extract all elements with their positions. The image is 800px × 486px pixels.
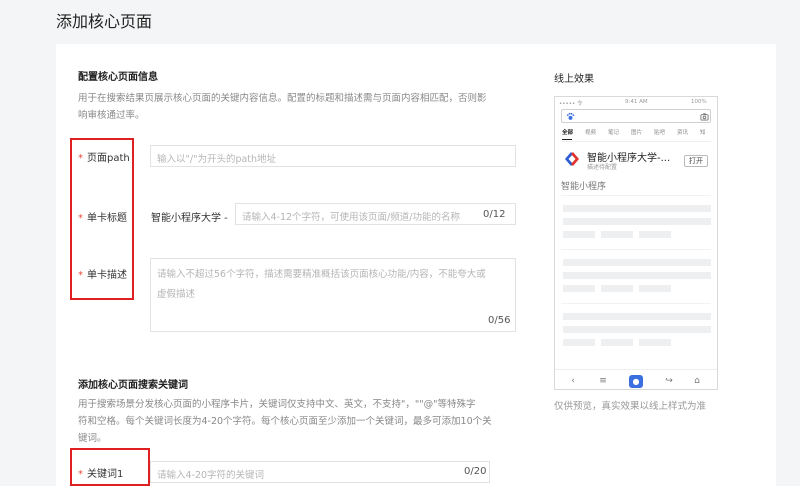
required-mark: * xyxy=(78,213,83,224)
phone-search-bar xyxy=(561,109,711,123)
preview-card-subtitle: 描述待配置 xyxy=(587,164,618,171)
skeleton-line xyxy=(563,339,595,346)
phone-tabs: 全部 视频 笔记 图片 贴吧 资讯 知 xyxy=(555,128,717,138)
phone-divider xyxy=(561,141,711,142)
keywords-section-description: 用于搜索场景分发核心页面的小程序卡片，关键词仅支持中文、英文，不支持"，""@"… xyxy=(78,396,548,447)
phone-tab-news: 资讯 xyxy=(677,130,689,136)
config-desc-line-2: 响审核通过率。 xyxy=(78,110,145,121)
phone-bottom-bar: ‹ ≡ ● ↪ ⌂ xyxy=(555,373,717,389)
status-battery: 100% xyxy=(691,99,707,105)
skeleton-line xyxy=(563,218,711,225)
back-icon: ‹ xyxy=(571,376,575,386)
paw-icon xyxy=(566,112,575,120)
page-title: 添加核心页面 xyxy=(56,12,153,31)
path-label: * 页面path xyxy=(78,149,130,164)
phone-tab-notes: 笔记 xyxy=(608,130,620,136)
skeleton-line xyxy=(639,231,671,238)
mini-program-logo-icon xyxy=(565,152,579,166)
skeleton-line xyxy=(601,339,633,346)
keyword1-input[interactable]: 请输入4-20字符的关键词 xyxy=(150,461,490,483)
card-title-input[interactable]: 请输入4-12个字符，可使用该页面/频道/功能的名称 xyxy=(235,203,516,225)
phone-tab-underline xyxy=(562,139,572,140)
phone-tab-more: 知 xyxy=(700,130,706,136)
skeleton-line xyxy=(563,205,711,212)
keywords-desc-line-3: 键词。 xyxy=(78,433,107,444)
skeleton-line xyxy=(563,259,711,266)
keywords-section-title: 添加核心页面搜索关键词 xyxy=(78,380,188,391)
skeleton-line xyxy=(563,326,711,333)
keywords-desc-line-2: 符和空格。每个关键词长度为4-20个字符。每个核心页面至少添加一个关键词，最多可… xyxy=(78,416,492,427)
keyword1-label-text: 关键词1 xyxy=(87,469,124,480)
skeleton-line xyxy=(639,339,671,346)
config-section-description: 用于在搜索结果页展示核心页面的关键内容信息。配置的标题和描述需与页面内容相匹配，… xyxy=(78,90,548,124)
card-desc-textarea[interactable]: 请输入不超过56个字符，描述需要精准概括该页面核心功能/内容，不能夸大或 虚假描… xyxy=(150,258,516,332)
card-desc-placeholder-line-2: 虚假描述 xyxy=(157,289,196,300)
card-title-label: * 单卡标题 xyxy=(78,209,127,224)
config-section-title: 配置核心页面信息 xyxy=(78,72,158,83)
phone-tab-images: 图片 xyxy=(631,130,643,136)
card-desc-label: * 单卡描述 xyxy=(78,266,127,281)
status-time: 9:41 AM xyxy=(625,99,648,105)
path-input-placeholder: 输入以"/"为开头的path地址 xyxy=(157,154,277,165)
phone-tab-all: 全部 xyxy=(562,130,574,136)
path-input[interactable]: 输入以"/"为开头的path地址 xyxy=(150,145,516,167)
skeleton-line xyxy=(563,272,711,279)
skeleton-line xyxy=(563,313,711,320)
phone-divider xyxy=(561,249,711,250)
skeleton-line xyxy=(563,231,595,238)
card-title-label-text: 单卡标题 xyxy=(87,213,127,224)
skeleton-line xyxy=(601,285,633,292)
keyword1-input-placeholder: 请输入4-20字符的关键词 xyxy=(157,470,265,481)
skeleton-line xyxy=(639,285,671,292)
home-icon: ⌂ xyxy=(694,376,700,386)
card-desc-counter: 0/56 xyxy=(488,315,511,326)
preview-app-name: 智能小程序 xyxy=(561,182,607,192)
keywords-desc-line-1: 用于搜索场景分发核心页面的小程序卡片，关键词仅支持中文、英文，不支持"，""@"… xyxy=(78,399,476,410)
config-desc-line-1: 用于在搜索结果页展示核心页面的关键内容信息。配置的标题和描述需与页面内容相匹配，… xyxy=(78,93,487,104)
microphone-icon: ● xyxy=(629,375,643,388)
phone-status-bar: ••••• 令 9:41 AM 100% xyxy=(555,97,717,108)
skeleton-line xyxy=(563,285,595,292)
skeleton-line xyxy=(601,231,633,238)
card-title-counter: 0/12 xyxy=(483,209,506,220)
phone-tab-tieba: 贴吧 xyxy=(654,130,666,136)
preview-note: 仅供预览，真实效果以线上样式为准 xyxy=(554,401,707,412)
share-icon: ↪ xyxy=(665,376,673,386)
preview-title: 线上效果 xyxy=(554,74,594,85)
menu-icon: ≡ xyxy=(599,376,607,386)
keyword1-label: * 关键词1 xyxy=(78,465,123,480)
status-signal: ••••• 令 xyxy=(559,101,583,107)
keyword1-counter: 0/20 xyxy=(464,466,487,477)
required-mark: * xyxy=(78,153,83,164)
phone-preview: ••••• 令 9:41 AM 100% 全部 视频 笔记 图片 贴吧 资讯 知 xyxy=(554,96,718,390)
phone-divider xyxy=(561,195,711,196)
preview-open-button: 打开 xyxy=(684,155,708,167)
card-desc-placeholder-line-1: 请输入不超过56个字符，描述需要精准概括该页面核心功能/内容，不能夸大或 xyxy=(157,269,486,280)
card-title-prefix: 智能小程序大学 - xyxy=(151,213,228,224)
core-page-form-card: 配置核心页面信息 用于在搜索结果页展示核心页面的关键内容信息。配置的标题和描述需… xyxy=(56,44,776,486)
phone-divider xyxy=(561,303,711,304)
required-mark: * xyxy=(78,469,83,480)
path-label-text: 页面path xyxy=(87,153,130,164)
card-title-input-placeholder: 请输入4-12个字符，可使用该页面/频道/功能的名称 xyxy=(242,212,460,223)
phone-tab-video: 视频 xyxy=(585,130,597,136)
camera-icon xyxy=(700,113,709,121)
required-mark: * xyxy=(78,270,83,281)
phone-bottom-divider xyxy=(555,369,717,370)
card-desc-label-text: 单卡描述 xyxy=(87,270,127,281)
